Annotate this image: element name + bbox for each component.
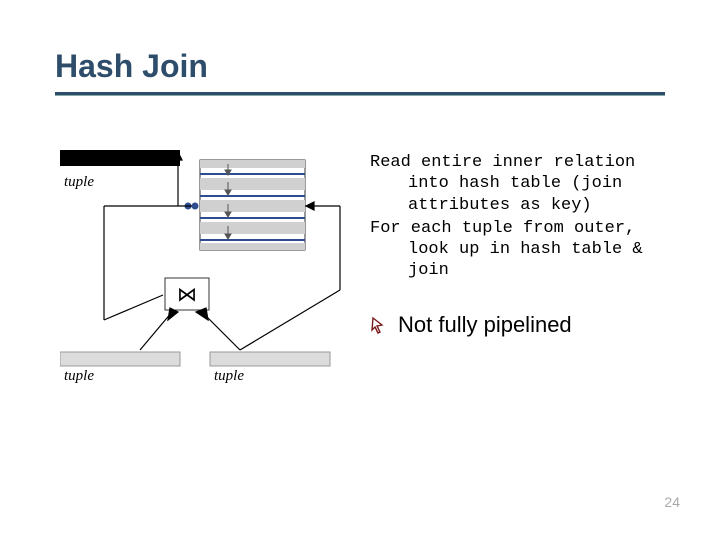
- arrow-tuple-to-output: [174, 152, 182, 206]
- arrow-build-into-table: [306, 202, 340, 210]
- inner-input-bar: [210, 352, 330, 366]
- title-underline: [55, 92, 665, 96]
- arrow-outer-up: [104, 206, 163, 320]
- slide-title: Hash Join: [55, 48, 208, 85]
- hash-table: [200, 160, 305, 250]
- note-bullet: Not fully pipelined: [370, 312, 572, 338]
- join-operator: ⋈: [165, 278, 209, 310]
- algorithm-description: Read entire inner relation into hash tab…: [370, 152, 680, 284]
- note-text: Not fully pipelined: [398, 312, 572, 338]
- tuple-label-bottom-right: tuple: [214, 368, 244, 384]
- outer-input-bar: [60, 352, 180, 366]
- arrow-left-input: [140, 308, 178, 350]
- description-line-1: Read entire inner relation into hash tab…: [370, 152, 680, 216]
- arrow-right-input: [196, 308, 240, 350]
- svg-text:⋈: ⋈: [177, 284, 197, 306]
- tuple-label-left: tuple: [64, 174, 94, 190]
- pointer-icon: [370, 315, 390, 335]
- hash-join-diagram: tuple: [60, 150, 350, 400]
- page-number: 24: [664, 494, 680, 510]
- tuple-label-bottom-left: tuple: [64, 368, 94, 384]
- description-line-2: For each tuple from outer, look up in ha…: [370, 218, 680, 282]
